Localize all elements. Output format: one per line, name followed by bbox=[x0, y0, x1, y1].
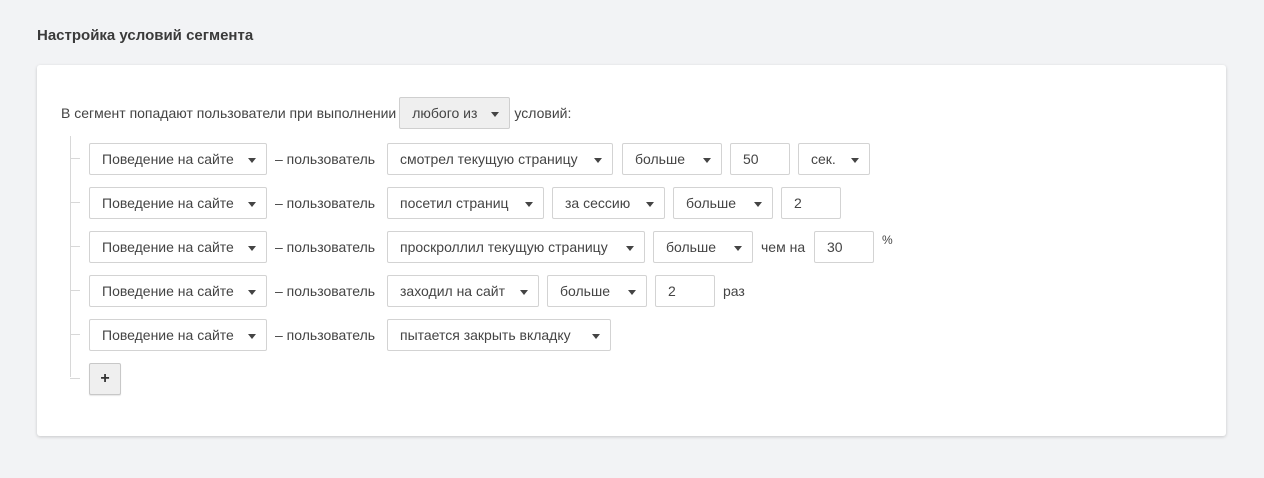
action-select[interactable]: пытается закрыть вкладку bbox=[387, 319, 611, 351]
category-select[interactable]: Поведение на сайте bbox=[89, 187, 267, 219]
intro-suffix: условий: bbox=[514, 104, 572, 121]
category-label: Поведение на сайте bbox=[102, 239, 234, 255]
category-select[interactable]: Поведение на сайте bbox=[89, 231, 267, 263]
category-select[interactable]: Поведение на сайте bbox=[89, 319, 267, 351]
caret-down-icon bbox=[248, 202, 256, 207]
caret-down-icon bbox=[754, 202, 762, 207]
comparison-select[interactable]: больше bbox=[547, 275, 647, 307]
caret-down-icon bbox=[628, 290, 636, 295]
action-select[interactable]: смотрел текущую страницу bbox=[387, 143, 613, 175]
category-label: Поведение на сайте bbox=[102, 283, 234, 299]
connector-text: – пользователь bbox=[275, 239, 376, 255]
scope-label: за сессию bbox=[565, 195, 631, 211]
connector-text: – пользователь bbox=[275, 327, 376, 343]
category-label: Поведение на сайте bbox=[102, 195, 234, 211]
action-label: посетил страниц bbox=[400, 195, 509, 211]
tree-branch bbox=[70, 246, 80, 247]
connector-text: – пользователь bbox=[275, 283, 376, 299]
connector-text: – пользователь bbox=[275, 151, 376, 167]
add-condition-button[interactable]: + bbox=[89, 363, 121, 395]
category-select[interactable]: Поведение на сайте bbox=[89, 143, 267, 175]
caret-down-icon bbox=[248, 290, 256, 295]
caret-down-icon bbox=[525, 202, 533, 207]
page-title: Настройка условий сегмента bbox=[37, 27, 254, 44]
condition-row: Поведение на сайте – пользователь пытает… bbox=[89, 319, 1189, 351]
caret-down-icon bbox=[626, 246, 634, 251]
unit-text: % bbox=[882, 233, 893, 247]
tree-branch bbox=[70, 290, 80, 291]
unit-select[interactable]: сек. bbox=[798, 143, 870, 175]
comparison-label: больше bbox=[635, 151, 685, 167]
condition-row: Поведение на сайте – пользователь посети… bbox=[89, 187, 1189, 219]
intro-prefix: В сегмент попадают пользователи при выпо… bbox=[61, 104, 397, 121]
caret-down-icon bbox=[734, 246, 742, 251]
intro-line: В сегмент попадают пользователи при выпо… bbox=[61, 96, 571, 129]
value-input[interactable] bbox=[781, 187, 841, 219]
action-label: пытается закрыть вкладку bbox=[400, 327, 571, 343]
action-select[interactable]: заходил на сайт bbox=[387, 275, 539, 307]
caret-down-icon bbox=[594, 158, 602, 163]
plus-icon: + bbox=[100, 370, 110, 387]
value-input[interactable] bbox=[655, 275, 715, 307]
action-select[interactable]: посетил страниц bbox=[387, 187, 544, 219]
caret-down-icon bbox=[248, 158, 256, 163]
tree-branch bbox=[70, 334, 80, 335]
value-input[interactable] bbox=[730, 143, 790, 175]
comparison-select[interactable]: больше bbox=[673, 187, 773, 219]
unit-label: сек. bbox=[811, 151, 836, 167]
connector-text: – пользователь bbox=[275, 195, 376, 211]
category-select[interactable]: Поведение на сайте bbox=[89, 275, 267, 307]
segment-conditions-card: В сегмент попадают пользователи при выпо… bbox=[37, 65, 1226, 436]
tree-line bbox=[70, 136, 71, 377]
action-label: смотрел текущую страницу bbox=[400, 151, 578, 167]
comparison-label: больше bbox=[686, 195, 736, 211]
unit-text: раз bbox=[723, 283, 745, 299]
caret-down-icon bbox=[248, 246, 256, 251]
comparison-select[interactable]: больше bbox=[622, 143, 722, 175]
caret-down-icon bbox=[592, 334, 600, 339]
action-select[interactable]: проскроллил текущую страницу bbox=[387, 231, 645, 263]
tree-branch bbox=[70, 158, 80, 159]
caret-down-icon bbox=[520, 290, 528, 295]
caret-down-icon bbox=[491, 111, 500, 117]
category-label: Поведение на сайте bbox=[102, 151, 234, 167]
condition-row: Поведение на сайте – пользователь проскр… bbox=[89, 231, 1189, 263]
comparison-select[interactable]: больше bbox=[653, 231, 753, 263]
match-mode-label: любого из bbox=[412, 104, 478, 121]
caret-down-icon bbox=[851, 158, 859, 163]
condition-row: Поведение на сайте – пользователь смотре… bbox=[89, 143, 1189, 175]
comparison-label: больше bbox=[666, 239, 716, 255]
action-label: проскроллил текущую страницу bbox=[400, 239, 608, 255]
action-label: заходил на сайт bbox=[400, 283, 505, 299]
value-input[interactable] bbox=[814, 231, 874, 263]
tree-branch bbox=[70, 202, 80, 203]
scope-select[interactable]: за сессию bbox=[552, 187, 665, 219]
caret-down-icon bbox=[646, 202, 654, 207]
match-mode-select[interactable]: любого из bbox=[399, 96, 511, 129]
between-text: чем на bbox=[761, 239, 806, 255]
comparison-label: больше bbox=[560, 283, 610, 299]
caret-down-icon bbox=[703, 158, 711, 163]
tree-branch bbox=[70, 378, 80, 379]
condition-row: Поведение на сайте – пользователь заходи… bbox=[89, 275, 1189, 307]
caret-down-icon bbox=[248, 334, 256, 339]
category-label: Поведение на сайте bbox=[102, 327, 234, 343]
